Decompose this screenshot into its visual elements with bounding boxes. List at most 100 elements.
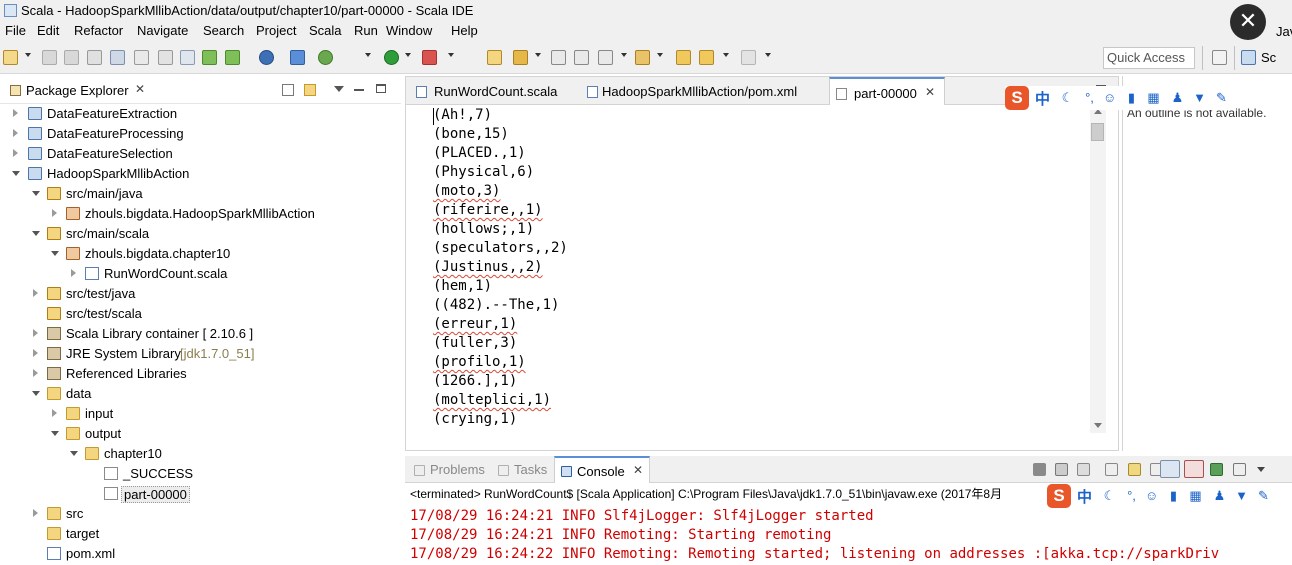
editor-text[interactable]: (Ah!,7) (bone,15) (PLACED.,1) (Physical,… [406, 105, 1096, 450]
tab-part-00000[interactable]: part-00000 ✕ [829, 77, 945, 105]
close-icon[interactable]: ✕ [633, 463, 643, 477]
chevron-down-icon[interactable] [365, 53, 371, 57]
scala-perspective-icon[interactable] [1241, 50, 1256, 65]
expand-arrow-icon[interactable] [33, 509, 38, 517]
close-icon[interactable]: ✕ [925, 85, 935, 99]
tree-item-hadoopsparkmllibaction[interactable]: HadoopSparkMllibAction [0, 164, 401, 184]
external-tools-icon[interactable] [422, 50, 437, 65]
tree-item-src-test-scala[interactable]: src/test/scala [0, 304, 401, 324]
tree-item-src[interactable]: src [0, 504, 401, 524]
menu-navigate[interactable]: Navigate [137, 23, 188, 38]
link-with-editor-icon[interactable] [304, 84, 316, 96]
display-console-icon[interactable] [1233, 463, 1246, 476]
minimize-icon[interactable] [354, 89, 364, 91]
code-line[interactable]: (bone,15) [433, 126, 509, 145]
tree-item-datafeatureextraction[interactable]: DataFeatureExtraction [0, 104, 401, 124]
scroll-lock-icon[interactable] [1128, 463, 1141, 476]
tree-item-src-main-java[interactable]: src/main/java [0, 184, 401, 204]
tree-item-input[interactable]: input [0, 404, 401, 424]
keyboard-icon[interactable]: ▦ [1147, 91, 1160, 104]
chevron-down-icon[interactable] [448, 53, 454, 57]
print-icon[interactable] [87, 50, 102, 65]
new-icon[interactable] [3, 50, 18, 65]
scala-perspective-label[interactable]: Sc [1261, 50, 1276, 65]
microphone-icon[interactable]: ▮ [1125, 91, 1138, 104]
expand-arrow-icon[interactable] [71, 269, 76, 277]
open-type-icon[interactable] [487, 50, 502, 65]
collapse-arrow-icon[interactable] [51, 431, 59, 436]
tab-pom-xml[interactable]: HadoopSparkMllibAction/pom.xml [582, 77, 827, 105]
expand-arrow-icon[interactable] [33, 369, 38, 377]
chevron-down-icon[interactable] [25, 53, 31, 57]
user-icon[interactable]: ♟ [1171, 91, 1184, 104]
show-source-icon[interactable] [574, 50, 589, 65]
tree-item-pom-xml[interactable]: pom.xml [0, 544, 401, 564]
code-line[interactable]: (speculators,,2) [433, 240, 568, 259]
expand-arrow-icon[interactable] [13, 149, 18, 157]
expand-arrow-icon[interactable] [33, 329, 38, 337]
expand-arrow-icon[interactable] [13, 109, 18, 117]
tree-item-jre-system-library[interactable]: JRE System Library [jdk1.7.0_51] [0, 344, 401, 364]
new-scala-class-icon[interactable] [225, 50, 240, 65]
tree-item-datafeatureselection[interactable]: DataFeatureSelection [0, 144, 401, 164]
menu-window[interactable]: Window [386, 23, 432, 38]
show-on-output-icon[interactable] [1160, 460, 1180, 478]
code-line[interactable]: (hollows;,1) [433, 221, 534, 240]
keyboard-icon[interactable]: ▦ [1189, 489, 1202, 502]
search-icon[interactable] [513, 50, 528, 65]
tree-item-package-chapter10[interactable]: zhouls.bigdata.chapter10 [0, 244, 401, 264]
chevron-down-icon[interactable] [1257, 467, 1265, 472]
code-line[interactable]: (molteplici,1) [433, 392, 551, 411]
code-line[interactable]: (Justinus,,2) [433, 259, 543, 278]
last-edit-icon[interactable] [676, 50, 691, 65]
chevron-down-icon[interactable] [657, 53, 663, 57]
collapse-all-icon[interactable] [282, 84, 294, 96]
chevron-down-icon[interactable] [765, 53, 771, 57]
punctuation-icon[interactable]: °, [1083, 91, 1096, 104]
menu-scala[interactable]: Scala [309, 23, 342, 38]
code-line[interactable]: (1266.],1) [433, 373, 517, 392]
new-scala-project-icon[interactable] [202, 50, 217, 65]
scala-worksheet-icon[interactable] [259, 50, 274, 65]
tree-item-package-hadoopsparkmllibaction[interactable]: zhouls.bigdata.HadoopSparkMllibAction [0, 204, 401, 224]
ime-chinese-mode[interactable]: 中 [1077, 486, 1092, 507]
menu-search[interactable]: Search [203, 23, 244, 38]
tab-console[interactable]: Console ✕ [554, 456, 650, 483]
tree-item-chapter10[interactable]: chapter10 [0, 444, 401, 464]
collapse-arrow-icon[interactable] [32, 231, 40, 236]
moon-icon[interactable]: ☾ [1103, 489, 1116, 502]
punctuation-icon[interactable]: °, [1125, 489, 1138, 502]
bug-icon[interactable] [318, 50, 333, 65]
collapse-arrow-icon[interactable] [32, 191, 40, 196]
block-selection-icon[interactable] [158, 50, 173, 65]
close-overlay-button[interactable]: ✕ [1230, 4, 1266, 40]
expand-arrow-icon[interactable] [33, 349, 38, 357]
chevron-down-icon[interactable] [535, 53, 541, 57]
scrollbar-thumb[interactable] [1091, 123, 1104, 141]
new-scala-object-icon[interactable] [290, 50, 305, 65]
tree-item-part-00000[interactable]: part-00000 [0, 484, 401, 504]
code-line[interactable]: (profilo,1) [433, 354, 526, 373]
expand-arrow-icon[interactable] [33, 289, 38, 297]
emoji-icon[interactable]: ☺ [1103, 91, 1116, 104]
package-explorer-title[interactable]: Package Explorer [26, 83, 129, 98]
sogou-logo-icon[interactable]: S [1005, 86, 1029, 110]
forward-icon[interactable] [741, 50, 756, 65]
code-line[interactable]: (fuller,3) [433, 335, 517, 354]
tree-item-datafeatureprocessing[interactable]: DataFeatureProcessing [0, 124, 401, 144]
save-all-icon[interactable] [64, 50, 79, 65]
moon-icon[interactable]: ☾ [1061, 91, 1074, 104]
code-line[interactable]: (riferire,,1) [433, 202, 543, 221]
code-line[interactable]: (crying,1) [433, 411, 517, 430]
expand-arrow-icon[interactable] [52, 409, 57, 417]
wrench-icon[interactable]: ✎ [1215, 91, 1228, 104]
tree-item-referenced-libraries[interactable]: Referenced Libraries [0, 364, 401, 384]
remove-launch-icon[interactable] [1055, 463, 1068, 476]
toggle-breadcrumb-icon[interactable] [110, 50, 125, 65]
menu-file[interactable]: File [5, 23, 26, 38]
ime-chinese-mode[interactable]: 中 [1035, 88, 1050, 109]
menu-refactor[interactable]: Refactor [74, 23, 123, 38]
chevron-down-icon[interactable] [723, 53, 729, 57]
code-line[interactable]: ((482).--The,1) [433, 297, 559, 316]
user-icon[interactable]: ♟ [1213, 489, 1226, 502]
